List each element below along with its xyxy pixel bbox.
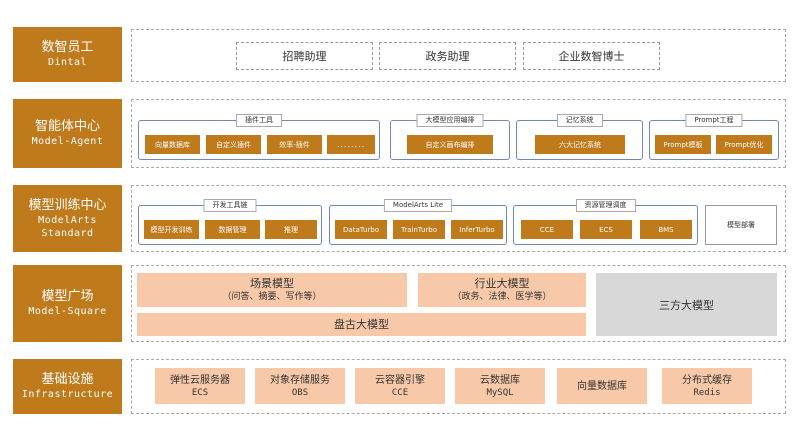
group-title: Prompt工程 bbox=[685, 114, 743, 127]
industry-model-title: 行业大模型 bbox=[474, 277, 530, 290]
layer-label-dintal: 数智员工 Dintal bbox=[13, 27, 122, 82]
chip-more: ........ bbox=[327, 135, 375, 154]
infra-name: 云容器引擎 bbox=[375, 374, 425, 386]
infra-code: CCE bbox=[391, 387, 409, 398]
infra-cce: 云容器引擎 CCE bbox=[355, 368, 445, 404]
item-recruit-assistant: 招聘助理 bbox=[236, 42, 373, 70]
chip-prompt-template: Prompt模板 bbox=[655, 135, 711, 154]
scene-model-title: 场景模型 bbox=[250, 277, 294, 290]
layer-subtitle: Model-Agent bbox=[31, 136, 104, 147]
group-title: ModelArts Lite bbox=[383, 199, 453, 212]
layer-title: 模型广场 bbox=[41, 289, 94, 304]
infra-vector-db: 向量数据库 bbox=[557, 368, 647, 404]
layer-subtitle: Dintal bbox=[47, 57, 88, 68]
infra-name: 弹性云服务器 bbox=[170, 374, 230, 386]
chip-ecs: ECS bbox=[580, 220, 632, 239]
layer-subtitle: Model-Square bbox=[28, 306, 107, 317]
infra-name: 分布式缓存 bbox=[682, 374, 732, 386]
layer-title: 模型训练中心 bbox=[28, 197, 107, 213]
infra-mysql: 云数据库 MySQL bbox=[455, 368, 545, 404]
chip-inferturbo: InferTurbo bbox=[451, 220, 503, 239]
infra-code: MySQL bbox=[486, 387, 514, 398]
layer-label-square: 模型广场 Model-Square bbox=[13, 265, 122, 342]
model-deploy-box: 模型部署 bbox=[705, 205, 777, 245]
layer-title: 基础设施 bbox=[41, 372, 94, 387]
infra-name: 云数据库 bbox=[480, 374, 520, 386]
chip-prompt-optimize: Prompt优化 bbox=[716, 135, 772, 154]
infra-code: ECS bbox=[191, 387, 209, 398]
infra-name: 向量数据库 bbox=[577, 380, 627, 392]
pangu-model-box: 盘古大模型 bbox=[137, 313, 586, 336]
infra-code: OBS bbox=[291, 387, 309, 398]
layer-subtitle: Infrastructure bbox=[21, 389, 114, 400]
group-title: 资源管理调度 bbox=[575, 199, 636, 212]
layer-title: 数智员工 bbox=[41, 40, 94, 55]
pangu-model-title: 盘古大模型 bbox=[334, 317, 389, 331]
infra-obs: 对象存储服务 OBS bbox=[255, 368, 345, 404]
infra-code: Redis bbox=[693, 387, 721, 398]
layer-subtitle-1: ModelArts bbox=[38, 214, 97, 226]
infra-name: 对象存储服务 bbox=[270, 374, 330, 386]
chip-model-dev-train: 模型开发训练 bbox=[144, 220, 199, 239]
chip-bms: BMS bbox=[640, 220, 692, 239]
third-party-model-box: 三方大模型 bbox=[596, 273, 777, 336]
layer-label-infra: 基础设施 Infrastructure bbox=[13, 359, 122, 414]
chip-dataturbo: DataTurbo bbox=[335, 220, 387, 239]
group-title: 大模型应用编排 bbox=[416, 114, 484, 127]
layer-label-agent: 智能体中心 Model-Agent bbox=[13, 99, 122, 168]
chip-inference: 推理 bbox=[265, 220, 317, 239]
chip-trainturbo: TrainTurbo bbox=[393, 220, 445, 239]
layer-title: 智能体中心 bbox=[34, 119, 100, 134]
scene-model-sub: （问答、摘要、写作等） bbox=[222, 292, 322, 302]
infra-ecs: 弹性云服务器 ECS bbox=[155, 368, 245, 404]
chip-custom-plugin: 自定义插件 bbox=[206, 135, 261, 154]
industry-model-sub: （政务、法律、医学等） bbox=[452, 292, 552, 302]
group-title: 插件工具 bbox=[236, 114, 282, 127]
chip-data-management: 数据管理 bbox=[205, 220, 260, 239]
scene-model-box: 场景模型 （问答、摘要、写作等） bbox=[137, 273, 407, 307]
item-enterprise-doctor: 企业数智博士 bbox=[523, 42, 660, 70]
chip-cce: CCE bbox=[521, 220, 573, 239]
group-title: 记忆系统 bbox=[556, 114, 603, 127]
group-title: 开发工具链 bbox=[203, 199, 257, 212]
chip-six-memory: 六大记忆系统 bbox=[535, 135, 625, 154]
chip-efficiency-plugin: 效率-插件 bbox=[267, 135, 322, 154]
layer-subtitle-2: Standard bbox=[41, 227, 94, 239]
chip-canvas-orchestration: 自定义画布编排 bbox=[407, 135, 493, 154]
industry-model-box: 行业大模型 （政务、法律、医学等） bbox=[418, 273, 586, 307]
item-gov-assistant: 政务助理 bbox=[379, 42, 516, 70]
layer-label-training: 模型训练中心 ModelArts Standard bbox=[13, 185, 122, 252]
chip-vector-db: 向量数据库 bbox=[145, 135, 200, 154]
infra-redis: 分布式缓存 Redis bbox=[662, 368, 752, 404]
